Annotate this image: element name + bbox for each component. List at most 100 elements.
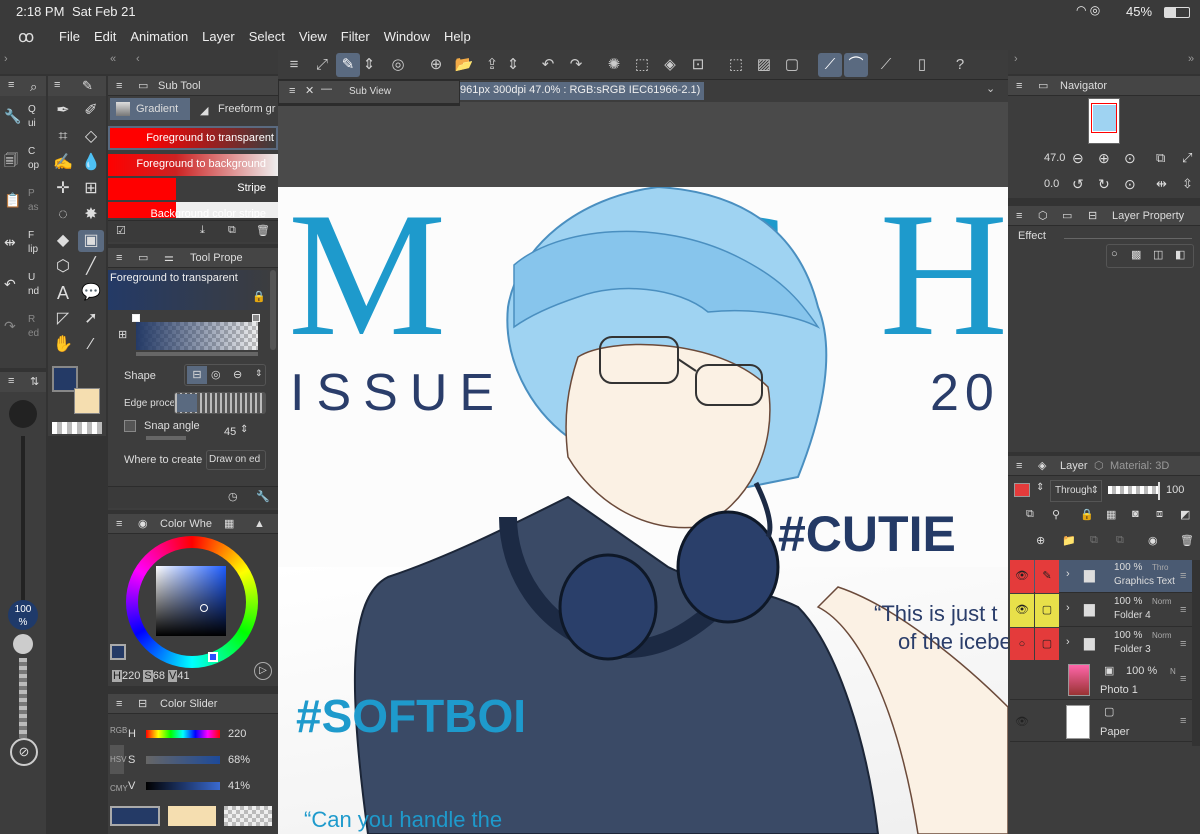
edge-repeat-icon[interactable] [177,394,197,412]
loading-icon[interactable]: ✺ [602,53,626,77]
grip-icon[interactable]: ≡ [1016,456,1022,476]
fill-icon[interactable]: ◆ [50,230,76,252]
subtool-item-1[interactable]: Foreground to background [108,154,278,176]
tab-hsv[interactable]: HSV [110,745,126,774]
create-mask-icon[interactable]: ◉ [1148,534,1158,547]
tab-freeform[interactable]: ◢ Freeform gr [194,98,278,120]
eyedropper-icon[interactable]: ⁄ [78,334,104,356]
delete-icon[interactable]: 🗑 [256,224,270,237]
subview-tab-icon[interactable]: ▭ [138,248,148,268]
collapse-icon[interactable]: › [4,53,8,65]
adjust-icon[interactable]: ⇅ [30,375,39,388]
hand-icon[interactable]: ✋ [50,334,76,356]
collapse-left-icon[interactable]: « [110,53,116,65]
magic-wand-icon[interactable]: ✸ [78,204,104,226]
fit-screen-icon[interactable]: ⤢ [310,53,334,77]
grid-icon[interactable]: ⊞ [78,178,104,200]
rotate-reset-icon[interactable]: ⊙ [1124,176,1136,193]
invert-selection-icon[interactable]: ▨ [752,53,776,77]
hue-handle[interactable] [208,652,218,662]
grip-icon[interactable]: ≡ [116,514,122,534]
modifier-key-icon[interactable]: ⊘ [10,738,38,766]
reference-icon[interactable]: ⚲ [1052,508,1060,521]
transform-icon[interactable]: ⊡ [686,53,710,77]
grip-icon[interactable]: ≡ [116,694,122,714]
mask-icon[interactable]: ◙ [1132,508,1139,520]
grip-icon[interactable]: ≡ [1016,206,1022,226]
clip-icon[interactable]: ⧉ [1026,508,1034,521]
value-slider[interactable] [146,782,220,790]
delete-layer-icon[interactable]: 🗑 [1180,534,1194,547]
stepper-icon[interactable]: ⇕ [362,53,376,77]
slider-main-swatch[interactable] [110,806,160,826]
hue-slider[interactable] [146,730,220,738]
device-icon[interactable]: ▯ [910,53,934,77]
effect-layer-color-icon[interactable]: ◫ [1153,248,1163,261]
subtool-item-3[interactable]: Background color stripe [108,202,278,218]
brush-size-track[interactable] [21,436,25,604]
layer-row[interactable]: ○ ▢ › ▆ 100 % Norm Folder 3 ≡ [1010,628,1192,661]
edit-lock-icon[interactable]: ✎ [1035,560,1059,593]
edit-lock-icon[interactable]: ▢ [1035,594,1059,627]
blend-mode-select[interactable]: Through ⇕ [1050,480,1102,502]
grip-icon[interactable]: ≡ [116,248,122,268]
copy-button[interactable]: 🗐 Cop [2,142,44,182]
rotate-left-icon[interactable]: ↺ [1072,176,1084,193]
visibility-icon[interactable]: 👁 [1010,594,1034,627]
rotate-right-icon[interactable]: ↻ [1098,176,1110,193]
grip-icon[interactable]: ≡ [1016,76,1022,96]
snap-grid-icon[interactable]: ⟋ [874,53,898,77]
brush-icon[interactable]: ✍ [50,152,76,174]
layer-row[interactable]: ▣ 100 % N Photo 1 ≡ [1010,660,1192,700]
layer-row[interactable]: 👁 ▢ › ▆ 100 % Norm Folder 4 ≡ [1010,594,1192,627]
zoom-out-icon[interactable]: ⊖ [1072,150,1084,167]
slider-sub-swatch[interactable] [168,806,216,826]
ruler-icon[interactable]: ◸ [50,308,76,330]
text-icon[interactable]: A [50,282,76,304]
layer-drag-handle-icon[interactable]: ≡ [1180,604,1186,616]
edit-lock-icon[interactable]: ▢ [1035,628,1059,661]
layer-drag-handle-icon[interactable]: ≡ [1180,638,1186,650]
doc-dropdown-icon[interactable]: ⌄ [986,82,995,95]
new-folder-icon[interactable]: 📁 [1062,534,1076,547]
layer-drag-handle-icon[interactable]: ≡ [1180,715,1186,727]
lock-icon[interactable]: 🔒 [252,290,266,303]
subtool-item-0[interactable]: Foreground to transparent [108,126,278,150]
import-icon[interactable]: ⤓ [200,224,205,237]
brush-size-handle[interactable] [13,634,33,654]
subtool-settings-icon[interactable]: ☑ [116,224,126,237]
record-icon[interactable]: ◎ [386,53,410,77]
new-layer-icon[interactable]: ⊕ [1036,534,1045,547]
clock-icon[interactable]: ◷ [228,490,238,503]
zoom-in-icon[interactable]: ⊕ [1098,150,1110,167]
export-stepper-icon[interactable]: ⇕ [506,53,520,77]
layer-drag-handle-icon[interactable]: ≡ [1180,673,1186,685]
help-icon[interactable]: ? [948,53,972,77]
opacity-handle[interactable] [1158,482,1160,500]
artwork-canvas[interactable]: M CH ISSUE 20 #CUTIE “This is just t of … [278,187,1008,834]
minimize-icon[interactable]: — [321,83,332,95]
zoom-reset-icon[interactable]: ⊙ [1124,150,1136,167]
undo-button[interactable]: ↶ Und [2,268,44,308]
pencil-icon[interactable]: ⌗ [50,126,76,148]
undo-icon[interactable]: ↶ [536,53,560,77]
flip-h-icon[interactable]: ⇹ [1156,176,1167,192]
lock-transparency-icon[interactable]: ▦ [1106,508,1116,521]
layer-scrollbar[interactable] [1192,560,1200,746]
object-select-icon[interactable]: ➚ [78,308,104,330]
expand-icon[interactable]: › [1014,53,1018,65]
gradient-stop-start[interactable] [132,314,140,322]
sub-color-swatch[interactable] [74,388,100,414]
menu-window[interactable]: Window [384,29,430,44]
tab-layer[interactable]: Layer [1060,456,1088,476]
redo-button[interactable]: ↷ Red [2,310,44,350]
tab-material-3d[interactable]: Material: 3D [1110,456,1169,476]
visibility-icon[interactable]: ○ [1010,628,1034,661]
effect-tone-icon[interactable]: ▩ [1131,248,1141,261]
selection-border-icon[interactable]: ▢ [780,53,804,77]
ruler-link-icon[interactable]: ⧈ [1156,508,1163,521]
fill-bucket-icon[interactable]: ◈ [658,53,682,77]
menu-select[interactable]: Select [249,29,285,44]
line-icon[interactable]: ╱ [78,256,104,278]
export-icon[interactable]: ⇪ [480,53,504,77]
